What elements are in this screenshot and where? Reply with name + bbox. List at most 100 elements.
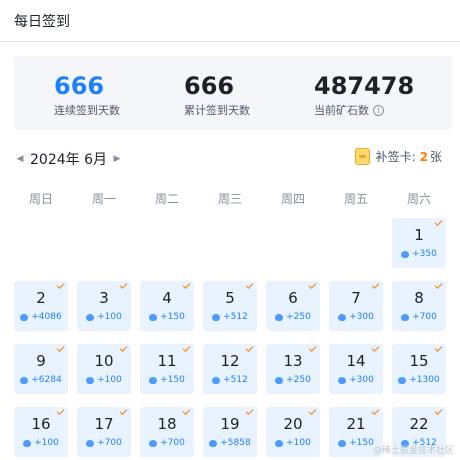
checkmark-icon xyxy=(182,407,191,415)
reward-amount: +700 xyxy=(160,438,185,448)
calendar-day[interactable]: 12 +512 xyxy=(203,344,257,394)
calendar-day[interactable]: 10 +100 xyxy=(77,344,131,394)
calendar-day[interactable]: 14 +300 xyxy=(329,344,383,394)
ore-icon xyxy=(338,439,347,447)
checkmark-icon xyxy=(371,407,380,415)
calendar-day[interactable]: 4 +150 xyxy=(140,281,194,331)
calendar-day[interactable]: 1 +350 xyxy=(392,218,446,268)
ore-icon xyxy=(149,313,158,321)
calendar-day[interactable]: 9 +6284 xyxy=(14,344,68,394)
reward-amount: +100 xyxy=(286,438,311,448)
day-reward: +300 xyxy=(338,375,374,385)
ore-icon xyxy=(86,439,95,447)
checkmark-icon xyxy=(119,407,128,415)
calendar-day[interactable]: 20 +100 xyxy=(266,407,320,457)
calendar-day[interactable]: 16 +100 xyxy=(14,407,68,457)
ore-icon xyxy=(149,439,158,447)
day-reward: +250 xyxy=(275,312,311,322)
day-reward: +700 xyxy=(401,312,437,322)
reward-amount: +300 xyxy=(349,375,374,385)
day-number: 22 xyxy=(409,415,429,433)
calendar-day[interactable]: 17 +700 xyxy=(77,407,131,457)
day-number: 5 xyxy=(225,289,235,307)
reward-amount: +150 xyxy=(160,375,185,385)
day-reward: +700 xyxy=(86,438,122,448)
day-reward: +250 xyxy=(275,375,311,385)
checkmark-icon xyxy=(245,344,254,352)
checkmark-icon xyxy=(371,344,380,352)
calendar-grid: 1 +350 2 +4086 3 +100 4 +150 5 +512 6 +250 7 +300 8 +70… xyxy=(14,218,446,457)
stat-value: 666 xyxy=(184,72,235,100)
makeup-card-info[interactable]: 补签卡: 2 张 xyxy=(354,148,442,165)
stat-value: 666 xyxy=(54,72,105,100)
day-reward: +700 xyxy=(149,438,185,448)
calendar-day[interactable]: 5 +512 xyxy=(203,281,257,331)
calendar-day[interactable]: 2 +4086 xyxy=(14,281,68,331)
calendar-day[interactable]: 18 +700 xyxy=(140,407,194,457)
day-reward: +1300 xyxy=(398,375,440,385)
ore-icon xyxy=(23,439,32,447)
calendar-day[interactable]: 6 +250 xyxy=(266,281,320,331)
checkmark-icon xyxy=(182,281,191,289)
day-reward: +300 xyxy=(338,312,374,322)
day-reward: +100 xyxy=(23,438,59,448)
makeup-label: 补签卡: xyxy=(375,150,416,164)
calendar-day[interactable]: 19 +5858 xyxy=(203,407,257,457)
calendar-day[interactable]: 3 +100 xyxy=(77,281,131,331)
day-number: 3 xyxy=(99,289,109,307)
calendar-day[interactable]: 11 +150 xyxy=(140,344,194,394)
reward-amount: +100 xyxy=(97,312,122,322)
day-number: 6 xyxy=(288,289,298,307)
month-bar: ◀ 2024年 6月 ▶ 补签卡: 2 张 xyxy=(14,148,452,170)
ore-icon xyxy=(20,313,29,321)
weekday-label: 周一 xyxy=(91,192,116,206)
stat-ore: 487478 当前矿石数 i xyxy=(314,72,414,130)
stat-label: 连续签到天数 xyxy=(54,102,184,118)
checkmark-icon xyxy=(308,344,317,352)
calendar-day[interactable]: 7 +300 xyxy=(329,281,383,331)
reward-amount: +350 xyxy=(412,249,437,259)
checkmark-icon xyxy=(434,218,443,226)
checkmark-icon xyxy=(182,344,191,352)
ore-icon xyxy=(398,376,407,384)
triangle-right-icon[interactable]: ▶ xyxy=(111,151,123,167)
stat-total: 666 累计签到天数 xyxy=(184,72,314,130)
day-number: 10 xyxy=(94,352,114,370)
day-reward: +4086 xyxy=(20,312,62,322)
calendar-blank xyxy=(140,218,194,268)
day-number: 8 xyxy=(414,289,424,307)
checkmark-icon xyxy=(119,281,128,289)
checkmark-icon xyxy=(245,407,254,415)
day-reward: +100 xyxy=(86,375,122,385)
ore-icon xyxy=(212,313,221,321)
info-icon[interactable]: i xyxy=(373,104,384,116)
weekday-label: 周三 xyxy=(217,192,242,206)
reward-amount: +100 xyxy=(34,438,59,448)
calendar-day[interactable]: 13 +250 xyxy=(266,344,320,394)
ore-icon xyxy=(86,376,95,384)
day-number: 15 xyxy=(409,352,429,370)
reward-amount: +250 xyxy=(286,375,311,385)
stat-label-text: 累计签到天数 xyxy=(184,104,250,117)
ore-icon xyxy=(209,439,218,447)
checkmark-icon xyxy=(56,344,65,352)
calendar-blank xyxy=(266,218,320,268)
calendar-blank xyxy=(14,218,68,268)
reward-amount: +512 xyxy=(223,375,248,385)
makeup-unit: 张 xyxy=(429,150,442,164)
stat-label-text: 连续签到天数 xyxy=(54,104,120,117)
checkmark-icon xyxy=(119,344,128,352)
calendar-day[interactable]: 15 +1300 xyxy=(392,344,446,394)
reward-amount: +150 xyxy=(349,438,374,448)
reward-amount: +150 xyxy=(160,312,185,322)
ore-icon xyxy=(275,439,284,447)
stat-value: 487478 xyxy=(314,72,415,100)
ore-icon xyxy=(275,376,284,384)
calendar-day[interactable]: 8 +700 xyxy=(392,281,446,331)
weekday-header: 周日 周一 周二 周三 周四 周五 周六 xyxy=(14,190,446,207)
day-number: 7 xyxy=(351,289,361,307)
triangle-left-icon[interactable]: ◀ xyxy=(14,151,26,167)
weekday-label: 周四 xyxy=(280,192,305,206)
watermark: @稀土掘金技术社区 xyxy=(372,446,454,456)
checkmark-icon xyxy=(245,281,254,289)
